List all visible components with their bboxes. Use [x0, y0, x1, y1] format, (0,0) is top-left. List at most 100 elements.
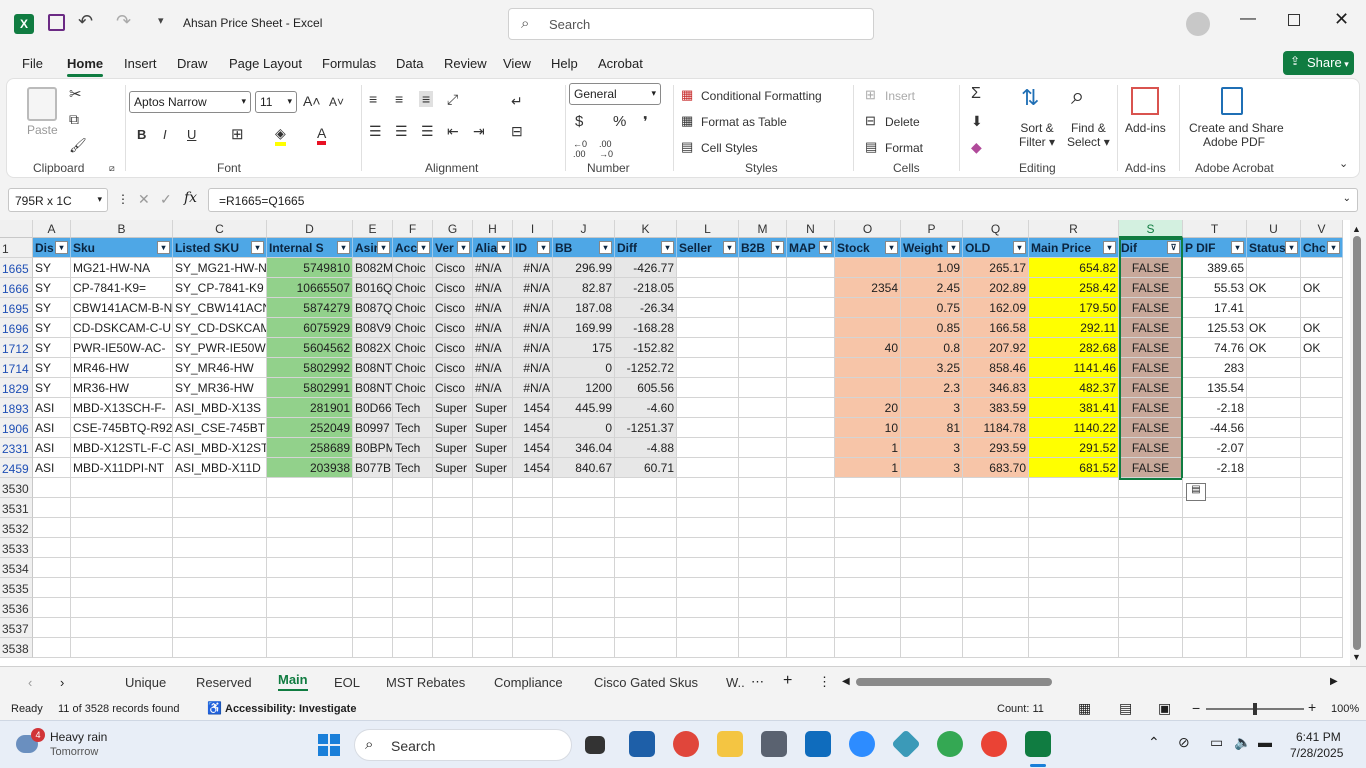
table-cell[interactable]	[739, 518, 787, 538]
table-cell[interactable]: SY	[33, 258, 71, 278]
table-cell[interactable]: 5802992	[267, 358, 353, 378]
table-cell[interactable]: SY_MR46-HW	[173, 358, 267, 378]
table-cell[interactable]: ASI_MBD-X13S	[173, 398, 267, 418]
decrease-decimal-icon[interactable]: .00 →0	[599, 139, 613, 159]
increase-font-icon[interactable]: A˄	[303, 93, 321, 109]
table-cell[interactable]	[513, 618, 553, 638]
table-cell[interactable]	[393, 618, 433, 638]
table-cell[interactable]: 1200	[553, 378, 615, 398]
table-cell[interactable]	[677, 598, 739, 618]
table-cell[interactable]	[963, 578, 1029, 598]
table-cell[interactable]: 82.87	[553, 278, 615, 298]
underline-button[interactable]: U	[187, 127, 196, 142]
table-cell[interactable]	[1247, 558, 1301, 578]
row-header[interactable]: 1666	[0, 278, 33, 298]
table-cell[interactable]	[677, 418, 739, 438]
battery-icon[interactable]: ▬	[1258, 734, 1272, 750]
table-cell[interactable]	[1119, 578, 1183, 598]
column-header-g[interactable]: G	[433, 220, 473, 238]
table-header-cell[interactable]: Status ▾	[1247, 238, 1301, 258]
table-cell[interactable]	[1029, 538, 1119, 558]
table-cell[interactable]	[267, 498, 353, 518]
table-cell[interactable]	[553, 518, 615, 538]
row-header[interactable]: 1695	[0, 298, 33, 318]
close-button[interactable]: ✕	[1334, 9, 1349, 30]
align-right-icon[interactable]: ☰	[421, 123, 434, 140]
table-cell[interactable]	[963, 478, 1029, 498]
table-cell[interactable]	[677, 518, 739, 538]
column-header-i[interactable]: I	[513, 220, 553, 238]
table-cell[interactable]	[739, 498, 787, 518]
row-header[interactable]: 1712	[0, 338, 33, 358]
table-cell[interactable]	[739, 458, 787, 478]
table-cell[interactable]	[787, 598, 835, 618]
table-cell[interactable]	[513, 538, 553, 558]
table-cell[interactable]	[739, 438, 787, 458]
table-cell[interactable]	[173, 478, 267, 498]
table-cell[interactable]	[33, 558, 71, 578]
table-cell[interactable]: -2.07	[1183, 438, 1247, 458]
table-cell[interactable]: Super	[433, 418, 473, 438]
table-cell[interactable]	[1301, 298, 1343, 318]
table-cell[interactable]: 60.71	[615, 458, 677, 478]
font-size-select[interactable]: 11 ▾	[255, 91, 297, 113]
table-cell[interactable]	[71, 598, 173, 618]
table-cell[interactable]	[173, 578, 267, 598]
table-cell[interactable]	[615, 478, 677, 498]
table-cell[interactable]: SY	[33, 358, 71, 378]
table-cell[interactable]	[963, 638, 1029, 658]
table-cell[interactable]: Choic	[393, 298, 433, 318]
chrome-alt-icon[interactable]	[981, 731, 1007, 757]
table-cell[interactable]: 381.41	[1029, 398, 1119, 418]
table-cell[interactable]	[963, 518, 1029, 538]
table-cell[interactable]	[513, 478, 553, 498]
menu-review[interactable]: Review	[444, 56, 487, 71]
table-cell[interactable]: FALSE	[1119, 338, 1183, 358]
table-cell[interactable]	[71, 578, 173, 598]
more-options-icon[interactable]: ⋮	[117, 192, 129, 206]
table-cell[interactable]	[963, 558, 1029, 578]
table-cell[interactable]	[963, 538, 1029, 558]
app-icon[interactable]	[891, 729, 921, 759]
table-cell[interactable]	[393, 598, 433, 618]
table-cell[interactable]: 346.04	[553, 438, 615, 458]
filter-dropdown-icon[interactable]: ▾	[251, 241, 264, 254]
table-cell[interactable]: Cisco	[433, 338, 473, 358]
maximize-button[interactable]	[1288, 14, 1300, 26]
tab-eol[interactable]: EOL	[334, 675, 360, 690]
excel-taskbar-icon[interactable]	[1025, 731, 1051, 757]
table-cell[interactable]: 203938	[267, 458, 353, 478]
table-cell[interactable]: FALSE	[1119, 398, 1183, 418]
table-cell[interactable]	[1247, 478, 1301, 498]
table-cell[interactable]: 5874279	[267, 298, 353, 318]
table-cell[interactable]: Choic	[393, 318, 433, 338]
table-cell[interactable]: OK	[1301, 318, 1343, 338]
show-hidden-icons[interactable]: ⌃	[1148, 734, 1160, 751]
row-header[interactable]: 3538	[0, 638, 33, 658]
table-cell[interactable]: -168.28	[615, 318, 677, 338]
filter-dropdown-icon[interactable]: ▾	[497, 241, 510, 254]
autosum-icon[interactable]: Σ	[971, 85, 981, 103]
customize-qat-icon[interactable]: ▾	[158, 14, 164, 27]
table-cell[interactable]	[739, 418, 787, 438]
table-cell[interactable]	[173, 518, 267, 538]
table-cell[interactable]: 281901	[267, 398, 353, 418]
table-cell[interactable]: FALSE	[1119, 418, 1183, 438]
table-cell[interactable]: 5604562	[267, 338, 353, 358]
table-cell[interactable]	[1183, 538, 1247, 558]
table-cell[interactable]: 3	[901, 438, 963, 458]
table-cell[interactable]: Super	[473, 398, 513, 418]
insert-cells-button[interactable]: Insert	[885, 89, 915, 103]
table-header-cell[interactable]: Acc ▾	[393, 238, 433, 258]
table-cell[interactable]	[787, 518, 835, 538]
table-cell[interactable]	[1301, 538, 1343, 558]
table-cell[interactable]: B08V9	[353, 318, 393, 338]
column-header-f[interactable]: F	[393, 220, 433, 238]
collapse-ribbon-icon[interactable]: ⌄	[1339, 157, 1348, 170]
page-layout-view-icon[interactable]: ▤	[1119, 700, 1132, 717]
table-cell[interactable]	[787, 618, 835, 638]
increase-indent-icon[interactable]: ⇥	[473, 123, 485, 140]
table-cell[interactable]	[473, 478, 513, 498]
column-header-e[interactable]: E	[353, 220, 393, 238]
delete-cells-button[interactable]: Delete	[885, 115, 920, 129]
